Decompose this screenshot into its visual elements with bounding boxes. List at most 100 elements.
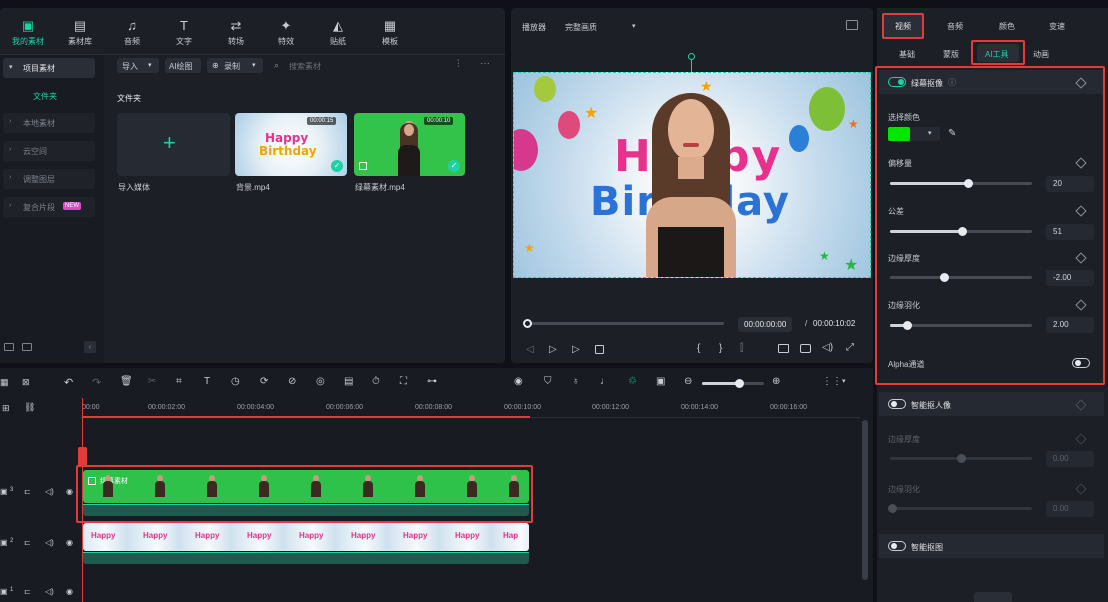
zoom-out-icon[interactable]: ⊖ (684, 376, 692, 387)
import-button[interactable]: 导入 ▾ (117, 58, 159, 73)
speed-icon[interactable]: ◷ (231, 376, 240, 387)
collapse-icon[interactable]: ‹ (84, 341, 96, 353)
sidebar-item-cloud[interactable]: › 云空间 (3, 141, 95, 161)
layout-icon[interactable]: ▦ (0, 377, 9, 388)
volume-icon[interactable]: ◁) (45, 538, 54, 547)
new-folder-icon[interactable] (4, 343, 14, 351)
stop-icon[interactable] (595, 345, 604, 354)
sidebar-item-folder[interactable]: 文件夹 (3, 86, 95, 106)
highlight-greenscreen-clip (76, 465, 533, 523)
volume-icon[interactable]: ◁) (45, 587, 54, 596)
volume-icon[interactable]: ◁) (822, 342, 833, 353)
mark-in-icon[interactable]: { (697, 343, 700, 354)
folder-icon[interactable]: ⊏ (24, 487, 31, 496)
subtitle-icon[interactable]: ▣ (656, 376, 665, 387)
chevron-down-icon[interactable]: ▾ (842, 377, 846, 385)
grid-icon[interactable]: ⋮⋮ (822, 376, 842, 387)
select-icon[interactable]: ⊠ (22, 377, 30, 388)
toolbar-transition[interactable]: ⇄ 转场 (212, 18, 260, 47)
delete-icon[interactable]: 🗑 (120, 376, 133, 387)
render-icon[interactable]: ◉ (514, 376, 523, 387)
play-icon[interactable]: ▷ (549, 344, 557, 355)
subtab-animation[interactable]: 动画 (1029, 44, 1059, 62)
sidebar-item-compound[interactable]: › 复合片段 NEW (3, 197, 95, 217)
clip-frame: Hap (503, 531, 519, 540)
import-media-tile[interactable]: + (117, 113, 230, 176)
fullscreen-icon[interactable]: ⤢ (846, 342, 854, 353)
toolbar-sticker[interactable]: ◭ 贴纸 (314, 18, 362, 47)
text-icon[interactable]: T (204, 376, 210, 387)
search-input[interactable]: 搜索素材 (289, 61, 439, 72)
mark-out-icon[interactable]: } (719, 343, 722, 354)
eye-icon[interactable]: ◉ (66, 538, 73, 547)
sidebar-item-project-media[interactable]: ▾ 项目素材 (3, 58, 95, 78)
folder-icon[interactable]: ⊏ (24, 538, 31, 547)
rotate-icon[interactable]: ⟳ (260, 376, 268, 387)
rotate-handle[interactable] (688, 53, 695, 60)
adjust-icon[interactable]: ▤ (344, 376, 353, 387)
timeline-ruler[interactable]: 00:00 00:00:02:00 00:00:04:00 00:00:06:0… (80, 398, 860, 418)
clock-icon[interactable]: ⏱ (372, 376, 380, 387)
timeline-scrollbar[interactable] (862, 420, 868, 580)
color-icon[interactable]: ◎ (316, 376, 325, 387)
timer-icon[interactable]: ⊘ (288, 376, 296, 387)
prev-frame-icon[interactable]: ◁ (526, 344, 534, 355)
playhead-marker[interactable] (78, 447, 87, 467)
link-icon[interactable]: ⛓ (24, 402, 35, 413)
zoom-in-icon[interactable]: ⊕ (772, 376, 780, 387)
toolbar-template[interactable]: ▦ 模板 (366, 18, 414, 47)
ruler-render-bar (82, 416, 530, 418)
eye-icon[interactable]: ◉ (66, 487, 73, 496)
audio-mix-icon[interactable]: ♩ (600, 376, 610, 387)
subtab-mask[interactable]: 蒙版 (939, 44, 969, 62)
folder-icon[interactable]: ⊏ (24, 587, 31, 596)
camera-icon[interactable] (800, 344, 811, 353)
crop-icon[interactable]: ⌗ (176, 376, 182, 387)
ai-image-button[interactable]: AI绘图 (165, 58, 201, 73)
sidebar-item-adjustment[interactable]: › 调整图层 (3, 169, 95, 189)
toolbar-my-media[interactable]: ▣ 我的素材 (4, 18, 52, 47)
tab-audio[interactable]: 音频 (939, 14, 975, 38)
quality-select[interactable]: 完整画质 ▾ (560, 18, 642, 34)
tab-speed[interactable]: 变速 (1041, 14, 1077, 38)
toolbar-audio[interactable]: ♫ 音频 (108, 18, 156, 47)
drop-icon[interactable]: ♁ (572, 376, 580, 387)
media-clip-greenscreen[interactable]: 00:00:10 ✓ (354, 113, 465, 176)
marker-icon[interactable]: ⊶ (427, 376, 437, 387)
ai-icon[interactable]: ♲ (628, 376, 637, 387)
playhead-knob[interactable] (523, 319, 532, 328)
undo-icon[interactable]: ↶ (64, 376, 73, 389)
sidebar-item-local[interactable]: › 本地素材 (3, 113, 95, 133)
snapshot-icon[interactable] (846, 20, 858, 30)
balloon-left-2 (558, 111, 580, 139)
more-icon[interactable]: ··· (480, 58, 490, 69)
eye-icon[interactable]: ◉ (66, 587, 73, 596)
timeline-clip-birthday-audio[interactable] (83, 552, 529, 564)
subtab-basic[interactable]: 基础 (895, 44, 925, 62)
library-icon: ▤ (73, 18, 87, 33)
tab-color[interactable]: 颜色 (991, 14, 1027, 38)
playback-progress[interactable] (523, 319, 724, 328)
timeline-clip-birthday[interactable]: Happy Happy Happy Happy Happy Happy Happ… (83, 523, 529, 551)
filter-icon[interactable]: ⫶ (457, 59, 460, 70)
preview-canvas[interactable]: ★ ★ ★ ★ ★ ★ Happy Birthday (513, 72, 871, 278)
folder-icon[interactable] (22, 343, 32, 351)
media-clip-birthday[interactable]: Happy Birthday 00:00:15 ✓ (235, 113, 347, 176)
play-forward-icon[interactable]: ▷ (572, 344, 580, 355)
cut-icon[interactable]: ✂ (148, 376, 156, 387)
volume-icon[interactable]: ◁) (45, 487, 54, 496)
smart-cutout-toggle[interactable] (888, 399, 906, 409)
fit-icon[interactable]: ⛶ (400, 376, 407, 387)
display-icon[interactable] (778, 344, 789, 353)
redo-icon[interactable]: ↷ (92, 376, 101, 389)
zoom-slider[interactable] (702, 379, 764, 388)
toolbar-library[interactable]: ▤ 素材库 (56, 18, 104, 47)
shield-icon[interactable]: ⛉ (544, 376, 552, 387)
split-icon[interactable]: ⫿ (740, 343, 743, 354)
panel-bottom-button[interactable] (974, 592, 1012, 602)
toolbar-effects[interactable]: ✦ 特效 (262, 18, 310, 47)
record-button[interactable]: ⊕ 录制 ▾ (207, 58, 263, 73)
smart-mask-toggle[interactable] (888, 541, 906, 551)
add-track-icon[interactable]: ⊞ (2, 403, 10, 414)
toolbar-text[interactable]: T 文字 (160, 18, 208, 47)
